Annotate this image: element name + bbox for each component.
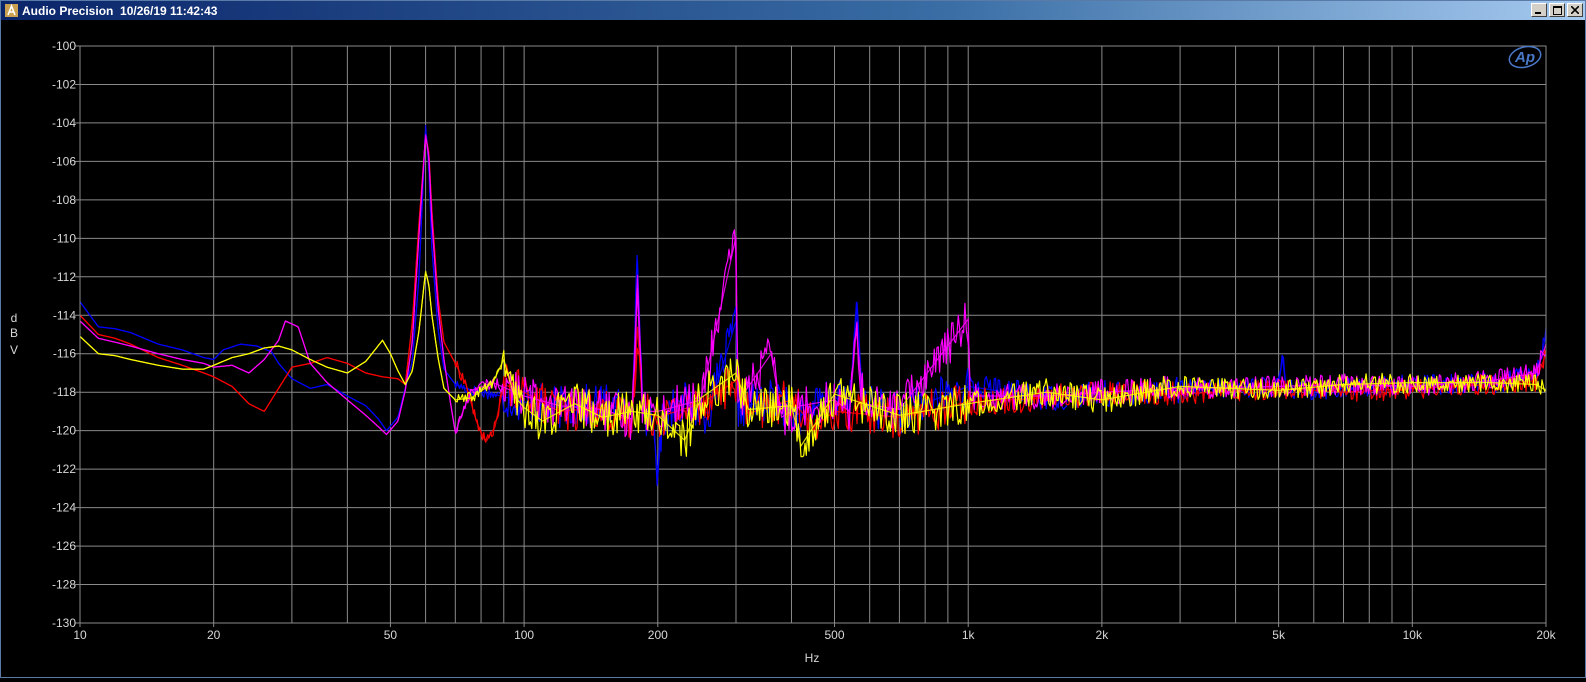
x-tick-label: 2k [1096,628,1110,642]
y-axis-label-v: V [10,343,18,357]
y-tick-label: -116 [53,347,76,361]
x-tick-label: 10 [73,628,87,642]
x-tick-label: 100 [514,628,534,642]
y-tick-label: -112 [53,270,76,284]
audio-precision-app-icon[interactable] [4,4,18,18]
x-tick-label: 500 [825,628,845,642]
y-tick-label: -110 [53,231,76,245]
y-axis-label-b: B [10,326,18,340]
y-tick-label: -108 [52,193,76,207]
maximize-button[interactable] [1549,3,1565,17]
spectrum-chart: -100 -102 -104 -106 -108 -110 -112 -114 -116 -118… [1,20,1585,677]
y-tick-label: -114 [53,308,76,322]
y-tick-label: -118 [53,385,76,399]
minimize-button[interactable] [1531,3,1547,17]
close-icon [1571,6,1579,14]
x-axis-label: Hz [805,651,820,665]
x-tick-label: 20k [1536,628,1556,642]
title-bar[interactable]: Audio Precision 10/26/19 11:42:43 [1,1,1585,20]
y-tick-label: -120 [52,424,76,438]
window-controls [1531,3,1583,17]
x-tick-label: 50 [384,628,398,642]
minimize-icon [1535,12,1541,14]
ap-logo-text: Ap [1514,49,1535,66]
x-tick-label: 20 [207,628,221,642]
y-axis-label: d B V [10,311,18,357]
plot-area: -100 -102 -104 -106 -108 -110 -112 -114 -116 -118… [1,20,1585,677]
x-tick-label: 10k [1403,628,1423,642]
y-axis-label-d: d [11,311,18,325]
y-tick-label: -122 [52,462,76,476]
y-tick-label: -124 [52,501,76,515]
x-tick-label: 5k [1272,628,1286,642]
app-window: Audio Precision 10/26/19 11:42:43 -100 -1… [0,0,1586,678]
y-tick-label: -100 [52,39,76,53]
x-tick-label: 200 [648,628,668,642]
x-tick-label: 1k [962,628,976,642]
y-tick-label: -104 [52,116,76,130]
window-title: Audio Precision 10/26/19 11:42:43 [22,3,218,18]
y-tick-label: -128 [52,578,76,592]
y-tick-label: -102 [52,77,76,91]
y-tick-label: -106 [52,154,76,168]
y-tick-label: -126 [52,539,76,553]
close-button[interactable] [1567,3,1583,17]
maximize-icon [1552,5,1562,15]
